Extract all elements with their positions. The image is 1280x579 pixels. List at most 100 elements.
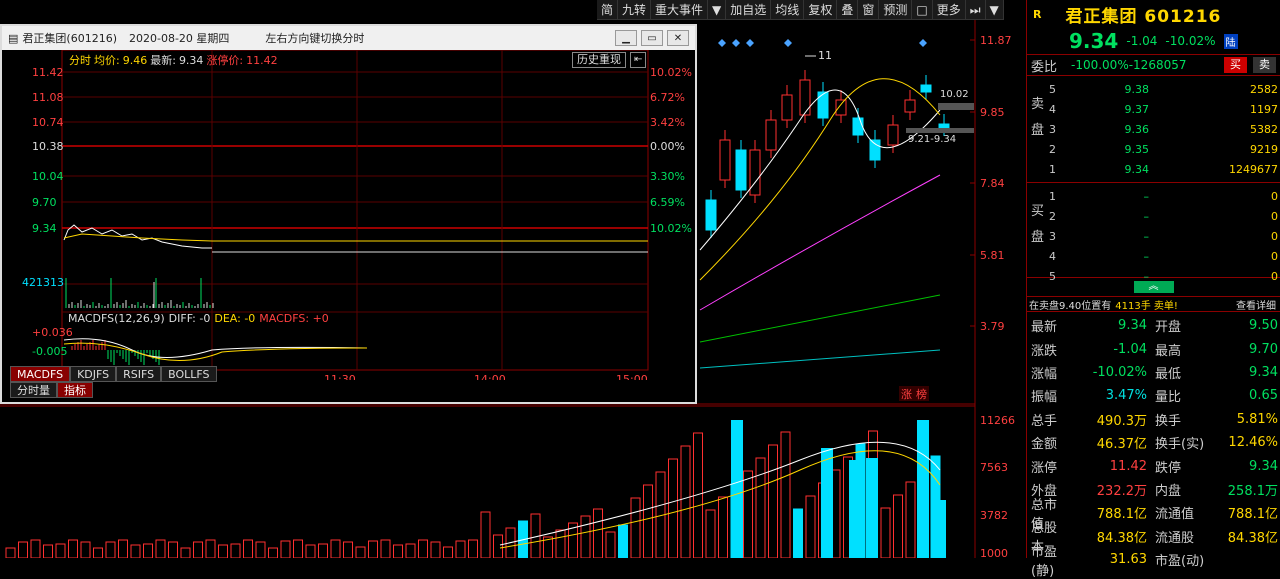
volume-bar (643, 484, 653, 559)
price-axis-label: 9.85 (980, 106, 1005, 119)
order-book-row[interactable]: 3 9.36 5382 (1049, 120, 1278, 138)
toolbar-item[interactable]: □ (912, 0, 933, 19)
volume-bar (618, 524, 628, 559)
volume-bar (255, 541, 266, 559)
volume-bar (605, 531, 616, 559)
order-book-row[interactable]: 3 – 0 (1049, 227, 1278, 245)
subchart-tab[interactable]: 指标 (57, 382, 93, 398)
volume-bar (849, 460, 861, 558)
toolbar-item[interactable]: 重大事件 (651, 0, 709, 19)
toolbar-item[interactable]: 九转 (618, 0, 652, 19)
buy-button[interactable]: 买 (1224, 57, 1247, 73)
volume-axis-label: 7563 (980, 461, 1008, 474)
order-book-price: 9.38 (1124, 82, 1150, 96)
volume-bar (805, 495, 816, 559)
volume-bar (243, 539, 253, 559)
order-book-row[interactable]: 5 – 0 (1049, 267, 1278, 285)
toolbar-item[interactable]: 复权 (804, 0, 838, 19)
price-change: -1.04 (1126, 34, 1158, 48)
stats-row: 涨跌 -1.04 最高 9.70 (1027, 337, 1280, 360)
order-book-row[interactable]: 1 9.34 1249677 (1049, 160, 1278, 178)
toolbar-item[interactable]: ▼ (708, 0, 727, 19)
stats-k2: 内盘 (1155, 483, 1182, 499)
stats-v1: 9.34 (1118, 318, 1147, 334)
toolbar-item[interactable]: ▼ (986, 0, 1004, 19)
order-book-row[interactable]: 2 – 0 (1049, 207, 1278, 225)
price-axis-label: 11.87 (980, 34, 1012, 47)
order-book-row[interactable]: 1 – 0 (1049, 187, 1278, 205)
exchange-badge: 陆 (1223, 33, 1238, 49)
view-detail-link[interactable]: 查看详细 (1236, 297, 1276, 312)
order-book-row[interactable]: 4 – 0 (1049, 247, 1278, 265)
toolbar-item[interactable]: 预测 (879, 0, 913, 19)
volume-axis-label: 3782 (980, 509, 1008, 522)
intraday-pct-label: 10.02% (650, 222, 692, 235)
sell-button[interactable]: 卖 (1253, 57, 1276, 73)
indicator-tab[interactable]: RSIFS (116, 366, 162, 382)
volume-bar (880, 507, 891, 559)
volume-bar (305, 544, 316, 559)
stats-v1: -10.02% (1092, 364, 1147, 380)
intraday-pct-label: 6.72% (650, 91, 685, 104)
order-book-row[interactable]: 4 9.37 1197 (1049, 100, 1278, 118)
volume-bar (780, 431, 791, 559)
volume-bar (743, 470, 753, 559)
stats-v1: 46.37亿 (1096, 437, 1147, 453)
indicator-tab[interactable]: KDJFS (70, 366, 117, 382)
close-button[interactable]: ✕ (667, 30, 689, 46)
stats-k2: 流通值 (1155, 507, 1195, 523)
restore-button[interactable]: ▭ (641, 30, 663, 46)
volume-bar (755, 457, 766, 559)
volume-bar (318, 543, 328, 559)
volume-bar (455, 540, 466, 559)
toolbar-item[interactable]: 叠 (837, 0, 859, 19)
toolbar-item[interactable]: 均线 (771, 0, 805, 19)
intraday-price-label: 10.38 (32, 140, 64, 153)
volume-axis-labels: 11266 7563 3782 1000 (980, 414, 1015, 560)
order-book-row[interactable]: 5 9.38 2582 (1049, 80, 1278, 98)
candlesticks (705, 70, 950, 238)
indicator-tab[interactable]: BOLLFS (161, 366, 217, 382)
order-book-level: 4 (1049, 102, 1056, 116)
candle-body (735, 149, 747, 191)
stats-v2: 9.34 (1249, 458, 1278, 474)
order-book-vol: 1249677 (1229, 162, 1278, 176)
weibi-label: 委比 (1031, 59, 1058, 75)
volume-bar (580, 515, 591, 559)
toolbar-item[interactable]: ⏭ (966, 0, 986, 19)
order-book-vol: 0 (1271, 209, 1278, 223)
toolbar-item[interactable]: 更多 (933, 0, 966, 19)
toolbar-item[interactable]: 窗 (858, 0, 880, 19)
toolbar-item[interactable]: 加自选 (726, 0, 772, 19)
minimize-button[interactable]: ▁ (615, 30, 637, 46)
stats-k2: 开盘 (1155, 320, 1182, 336)
indicator-tab[interactable]: MACDFS (10, 366, 71, 382)
volume-bar (418, 539, 428, 559)
stats-v2: 9.34 (1249, 364, 1278, 380)
order-book-vol: 0 (1271, 249, 1278, 263)
order-book-level: 3 (1049, 122, 1056, 136)
stats-k1: 振幅 (1031, 390, 1058, 406)
toolbar-item[interactable]: 简 (597, 0, 619, 19)
candle-body (799, 79, 811, 116)
volume-bar (30, 539, 41, 559)
intraday-popup-window[interactable]: ▤ 君正集团(601216) 2020-08-20 星期四 左右方向键切换分时 … (0, 24, 697, 404)
order-book-row[interactable]: 2 9.35 9219 (1049, 140, 1278, 158)
price-axis-label: 5.81 (980, 249, 1005, 262)
stats-row: 最新 9.34 开盘 9.50 (1027, 314, 1280, 337)
volume-bar (905, 481, 916, 559)
volume-bar (705, 509, 716, 559)
price-change-pct: -10.02% (1165, 34, 1216, 48)
stats-k1: 最新 (1031, 320, 1058, 336)
intraday-chart[interactable]: 11.42 10.02% 11.08 6.72% 10.74 3.42% 10.38 0.00… (2, 50, 695, 380)
order-book-level: 3 (1049, 229, 1056, 243)
order-book-vol: 1197 (1250, 102, 1278, 116)
notice-text: 在卖盘9.40位置有 (1029, 300, 1112, 312)
popup-titlebar[interactable]: ▤ 君正集团(601216) 2020-08-20 星期四 左右方向键切换分时 … (2, 26, 695, 50)
intraday-pct-label: 3.42% (650, 116, 685, 129)
volume-bar (155, 539, 166, 559)
chart-icon: ▤ (8, 31, 19, 45)
subchart-tab[interactable]: 分时量 (10, 382, 57, 398)
volume-bar (105, 541, 116, 559)
volume-axis-label: 1000 (980, 547, 1008, 558)
